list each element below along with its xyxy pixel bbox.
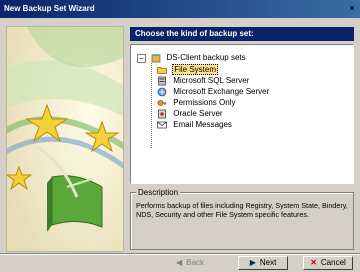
- tree-item-permissions-only[interactable]: Permissions Only: [157, 98, 236, 108]
- back-button[interactable]: ◀ Back: [165, 256, 215, 270]
- page-heading: Choose the kind of backup set:: [130, 27, 354, 41]
- backup-sets-icon: [151, 54, 161, 63]
- sql-server-icon: [158, 76, 166, 86]
- tree-item-sql-server[interactable]: Microsoft SQL Server: [157, 76, 250, 86]
- collapse-icon[interactable]: −: [137, 53, 146, 63]
- tree-item-label: Permissions Only: [173, 98, 236, 108]
- tree-item-label: Microsoft SQL Server: [173, 76, 250, 86]
- next-button-label: Next: [259, 258, 277, 268]
- cancel-x-icon: ✕: [310, 258, 317, 267]
- tree-connector: [151, 63, 152, 148]
- description-text: Performs backup of files including Regis…: [136, 201, 348, 219]
- tree-item-label: File System: [172, 64, 219, 76]
- button-separator: [0, 253, 360, 255]
- tree-item-label: Oracle Server: [173, 109, 223, 119]
- tree-item-exchange-server[interactable]: Microsoft Exchange Server: [157, 87, 270, 97]
- permissions-icon: [157, 100, 167, 106]
- folder-icon: [157, 67, 167, 74]
- tree-item-label: Email Messages: [173, 120, 232, 130]
- close-window-icon[interactable]: ×: [346, 3, 358, 15]
- tree-item-oracle-server[interactable]: Oracle Server: [157, 109, 224, 119]
- back-arrow-icon: ◀: [176, 258, 183, 267]
- description-legend: Description: [136, 188, 181, 197]
- wizard-window: New Backup Set Wizard × Choose the kind …: [0, 0, 360, 272]
- backup-type-tree[interactable]: − DS-Client backup sets File System Micr…: [130, 44, 354, 184]
- description-group: Description Performs backup of files inc…: [130, 188, 354, 250]
- tree-item-email-messages[interactable]: Email Messages: [157, 120, 233, 130]
- oracle-server-icon: [158, 109, 166, 119]
- tree-root-label: DS-Client backup sets: [166, 53, 246, 63]
- next-button[interactable]: ▶ Next: [238, 256, 288, 270]
- exchange-server-icon: [157, 87, 167, 97]
- tree-item-label: Microsoft Exchange Server: [173, 87, 270, 97]
- cancel-button-label: Cancel: [320, 258, 346, 268]
- next-arrow-icon: ▶: [249, 258, 256, 267]
- wizard-illustration: [6, 26, 124, 252]
- tree-root[interactable]: − DS-Client backup sets: [137, 53, 246, 63]
- email-icon: [157, 121, 167, 129]
- back-button-label: Back: [186, 258, 204, 268]
- cancel-button[interactable]: ✕ Cancel: [303, 256, 353, 270]
- window-title: New Backup Set Wizard: [4, 4, 95, 13]
- title-bar: New Backup Set Wizard ×: [0, 0, 360, 18]
- tree-item-file-system[interactable]: File System: [157, 64, 219, 76]
